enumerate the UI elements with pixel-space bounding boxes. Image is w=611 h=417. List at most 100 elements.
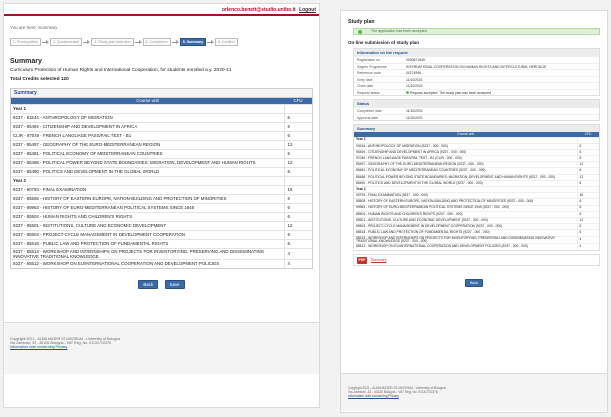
course-name: 9237 - 85513 - WORKSHOP AND INTERNSHIPS … <box>11 247 284 259</box>
alert-text: The application has been accepted <box>371 29 427 33</box>
total-credits: Total Credits selected 120 <box>10 77 69 82</box>
info-value: 11/10/2021 <box>406 83 599 89</box>
course-name: 9237 - 85504 - HUMAN RIGHTS AND CHILDREN… <box>11 211 284 221</box>
wizard-step[interactable]: 5. Summary <box>179 38 207 46</box>
info-value: 11/10/2021 <box>406 108 599 114</box>
course-name: Year 2 <box>11 175 284 185</box>
privacy-link[interactable]: Information note concerning Privacy <box>10 345 319 349</box>
course-cfu: 6 <box>283 148 312 158</box>
study-plan-title: Study plan <box>348 19 375 25</box>
info-key: Approval date <box>357 115 378 120</box>
course-cfu: 6 <box>283 166 312 176</box>
table-row: CLIR - 97049 - FRENCH LANGUAGE PASS/FAIL… <box>11 130 312 140</box>
course-cfu: 6 <box>283 112 312 122</box>
step-arrow-icon <box>171 39 179 45</box>
step-arrow-icon <box>83 39 91 45</box>
status-heading: Status <box>354 100 599 107</box>
info-key: Reference code <box>357 71 381 75</box>
info-value-text: 00274996 <box>406 71 422 75</box>
info-value-text: 11/10/2021 <box>406 115 423 120</box>
course-name: 85512 - WORKSHOP ON EU/INTERNATIONAL COO… <box>354 243 577 250</box>
info-value-text: INTERNATIONAL COOPERATION ON HUMAN RIGHT… <box>406 64 547 69</box>
wizard-step[interactable]: 1. Prerequisites <box>10 38 41 46</box>
info-key: Close date <box>357 84 374 88</box>
status-section: Status Completion date 11/10/2021 Approval… <box>353 99 600 121</box>
info-row: Close date 11/10/2021 <box>354 82 599 89</box>
course-cfu: 6 <box>283 121 312 131</box>
course-cfu <box>283 103 312 113</box>
wizard-step[interactable]: 4. Completion <box>142 38 171 46</box>
info-value: 00274996 <box>406 70 599 76</box>
table-row: 9237 - 85501 - INSTITUTIONS, CULTURE AND… <box>11 220 312 230</box>
info-key: Request status <box>357 90 380 95</box>
back-button[interactable]: Back <box>465 279 483 287</box>
curriculum-text: Curriculum Protection of Human Rights an… <box>10 68 232 73</box>
pdf-download[interactable]: PDF Summary <box>353 254 600 266</box>
year-row: Year 2 <box>11 175 312 185</box>
info-key: Completion date <box>357 109 382 113</box>
breadcrumb: You are here: Summary <box>10 25 58 30</box>
summary-window: orlenco.benett@studio.unibo.it Logout Yo… <box>3 3 320 408</box>
table-row: 9237 - 85488 - POLITICAL POWER BEYOND ST… <box>11 157 312 167</box>
info-key: Entry date <box>357 77 373 82</box>
success-alert: The application has been accepted <box>353 28 600 35</box>
wizard-step[interactable]: 2. Questionnaire <box>49 38 83 46</box>
table-row: 9237 - 85503 - PROJECT-CYCLE MANAGEMENT … <box>11 229 312 239</box>
course-cfu: 4 <box>576 235 599 244</box>
info-value: INTERNATIONAL COOPERATION ON HUMAN RIGHT… <box>406 64 599 70</box>
course-name: 9237 - 85505 - HISTORY OF EASTERN EUROPE… <box>11 193 284 203</box>
course-cfu: 12 <box>283 220 312 230</box>
info-value: 11/10/2021 <box>406 115 599 121</box>
course-name: 9237 - 90793 - FINAL EXAMINATION <box>11 184 284 194</box>
table-row: 9237 - 95494 - CITIZENSHIP AND DEVELOPME… <box>11 121 312 131</box>
save-button[interactable]: Save <box>164 280 185 289</box>
info-row: Degree Programme INTERNATIONAL COOPERATIO… <box>354 62 599 70</box>
course-cfu: 12 <box>283 157 312 167</box>
year-row: Year 1 <box>11 103 312 113</box>
course-cfu: 6 <box>283 211 312 221</box>
pdf-link[interactable]: Summary <box>371 258 386 262</box>
info-value-text: 11/10/2021 <box>406 109 423 113</box>
request-info-heading: Information on the request <box>354 49 599 56</box>
course-name: 9237 - 95494 - CITIZENSHIP AND DEVELOPME… <box>11 121 284 131</box>
info-value: Request accepted. The study plan has bee… <box>406 90 599 96</box>
check-circle-icon <box>358 29 362 34</box>
top-bar: orlenco.benett@studio.unibo.it Logout <box>4 4 319 16</box>
info-key: Degree Programme <box>357 64 387 69</box>
info-value-text: 11/10/2021 <box>406 77 423 82</box>
submission-heading: On-line submission of study plan <box>348 40 420 45</box>
wizard-step[interactable]: 6. Confirm <box>215 38 238 46</box>
info-value: 11/10/2021 <box>406 77 599 83</box>
table-row: 85513 - WORKSHOP AND INTERNSHIPS ON PROJ… <box>354 235 599 244</box>
info-row: Entry date 11/10/2021 <box>354 75 599 83</box>
footer: Copyright 2021 - ALMA MATER STUDIORUM - … <box>4 322 319 374</box>
wizard-step[interactable]: 3. Study plan selection <box>91 38 134 46</box>
info-value-text: 0000871649 <box>406 58 425 62</box>
course-name: 9237 - 85490 - POLITICS AND DEVELOPMENT … <box>11 166 284 176</box>
course-cfu: 6 <box>283 229 312 239</box>
table-row: 9237 - 85512 - WORKSHOP ON EU/INTERNATIO… <box>11 258 312 268</box>
info-value-text: Request accepted. The study plan has bee… <box>410 90 491 95</box>
right-actions: Back <box>341 271 607 289</box>
course-name: 9237 - 85512 - WORKSHOP ON EU/INTERNATIO… <box>11 258 284 268</box>
info-row: Completion date 11/10/2021 <box>354 107 599 114</box>
info-row: Reference code 00274996 <box>354 69 599 76</box>
info-row: Approval date 11/10/2021 <box>354 113 599 121</box>
course-name: 9237 - 85481 - POLITICAL ECONOMY OF MEDI… <box>11 148 284 158</box>
pdf-file-icon[interactable]: PDF <box>357 256 367 264</box>
course-cfu: 4 <box>283 258 312 268</box>
table-row: 9237 - 85497 - GEOGRAPHY OF THE EURO-MED… <box>11 139 312 149</box>
course-name: 85513 - WORKSHOP AND INTERNSHIPS ON PROJ… <box>354 235 577 244</box>
summary-section: Summary Course unit CFU Year 1 93244 - AN… <box>353 124 600 251</box>
course-cfu <box>283 175 312 185</box>
course-table: Course unit CFU Year 1 9237 - 93244 - ANT… <box>11 98 312 268</box>
privacy-link[interactable]: Information note concerning Privacy <box>348 394 607 398</box>
summary-course-table: Course unit CFU Year 1 93244 - ANTHROPOLO… <box>354 132 599 250</box>
course-cfu: 4 <box>576 243 599 250</box>
back-button[interactable]: Back <box>138 280 159 289</box>
course-name: 9237 - 93244 - ANTHROPOLOGY OF MIGRATION <box>11 112 284 122</box>
table-row: 9237 - 85490 - POLITICS AND DEVELOPMENT … <box>11 166 312 176</box>
table-row: 9237 - 85504 - HUMAN RIGHTS AND CHILDREN… <box>11 211 312 221</box>
course-cfu: 4 <box>283 247 312 259</box>
logout-link[interactable]: Logout <box>299 7 316 13</box>
